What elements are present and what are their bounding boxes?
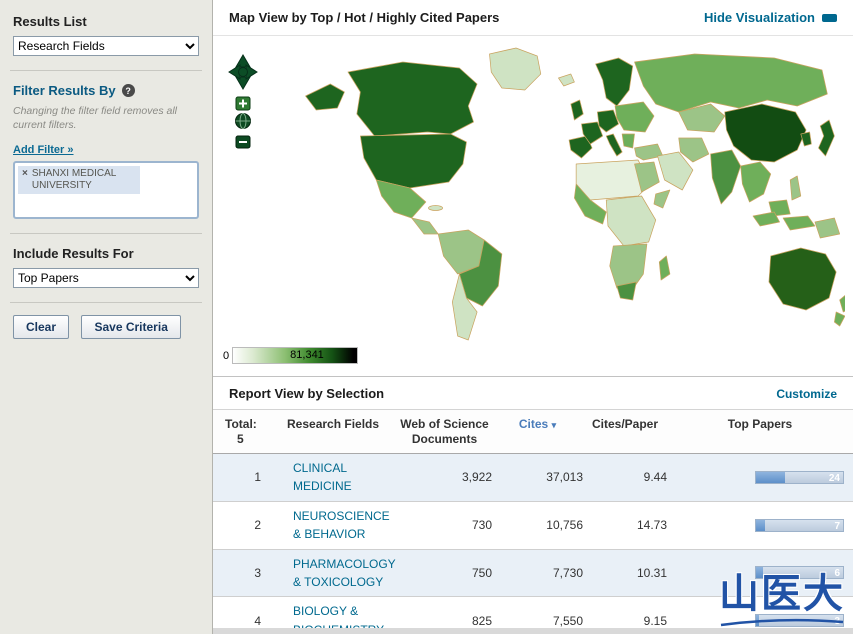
cites-cell: 37,013 bbox=[546, 470, 583, 485]
filter-list-box: × SHANXI MEDICAL UNIVERSITY bbox=[13, 161, 199, 220]
filter-item-label: SHANXI MEDICAL UNIVERSITY bbox=[31, 168, 116, 192]
research-fields-header: Research Fields bbox=[287, 417, 380, 431]
bottom-strip bbox=[213, 628, 853, 634]
wos-documents-header: Web of Science Documents bbox=[400, 417, 489, 446]
cites-per-paper-cell: 9.44 bbox=[643, 470, 667, 485]
table-row: 3 PHARMACOLOGY & TOXICOLOGY 750 7,730 10.31 6 bbox=[213, 549, 853, 598]
cites-cell: 7,550 bbox=[552, 613, 583, 628]
table-header-row: Total: 5 Research Fields Web of Science … bbox=[213, 409, 853, 454]
cites-per-paper-cell: 9.15 bbox=[643, 613, 667, 628]
docs-cell: 750 bbox=[471, 565, 492, 580]
africa[interactable] bbox=[574, 159, 671, 301]
pan-control bbox=[228, 54, 258, 90]
save-criteria-button[interactable]: Save Criteria bbox=[81, 315, 181, 340]
main-content: Map View by Top / Hot / Highly Cited Pap… bbox=[213, 0, 853, 634]
research-field-link[interactable]: CLINICAL MEDICINE bbox=[293, 461, 352, 493]
docs-cell: 825 bbox=[471, 613, 492, 628]
top-papers-cell: 6 bbox=[667, 566, 853, 580]
filter-results-by-label: Filter Results By bbox=[13, 83, 116, 98]
top-papers-bar: 7 bbox=[755, 518, 844, 532]
total-header: Total: 5 bbox=[225, 417, 257, 446]
map-view-title: Map View by Top / Hot / Highly Cited Pap… bbox=[229, 10, 500, 25]
south-america[interactable] bbox=[437, 229, 503, 341]
pan-down-icon bbox=[235, 76, 251, 90]
top-papers-cell: 7 bbox=[667, 518, 853, 532]
top-papers-header: Top Papers bbox=[727, 417, 793, 431]
top-papers-value: 3 bbox=[834, 616, 840, 628]
table-body: 1 CLINICAL MEDICINE 3,922 37,013 9.44 24 2 NEUR… bbox=[213, 454, 853, 634]
field-cell: PHARMACOLOGY & TOXICOLOGY bbox=[275, 555, 397, 592]
world-choropleth-map[interactable] bbox=[279, 44, 845, 344]
top-papers-value: 7 bbox=[834, 520, 840, 532]
top-papers-bar: 6 bbox=[755, 566, 844, 580]
filter-note: Changing the filter field removes all cu… bbox=[13, 105, 178, 132]
clear-button[interactable]: Clear bbox=[13, 315, 70, 340]
report-view-header: Report View by Selection Customize bbox=[213, 376, 853, 409]
customize-link[interactable]: Customize bbox=[776, 387, 837, 401]
remove-filter-icon[interactable]: × bbox=[22, 168, 28, 192]
asia[interactable] bbox=[634, 53, 841, 239]
sidebar-divider bbox=[10, 70, 202, 71]
cites-cell: 10,756 bbox=[546, 518, 583, 533]
map-legend: 0 81,341 bbox=[223, 347, 359, 364]
pan-up-icon bbox=[235, 54, 251, 68]
research-field-link[interactable]: PHARMACOLOGY & TOXICOLOGY bbox=[293, 557, 395, 589]
docs-cell: 730 bbox=[471, 518, 492, 533]
map-view-header: Map View by Top / Hot / Highly Cited Pap… bbox=[213, 0, 853, 36]
top-papers-bar: 24 bbox=[755, 470, 844, 484]
rank-cell: 2 bbox=[254, 518, 261, 533]
sort-descending-icon: ▾ bbox=[551, 420, 557, 430]
rank-cell: 3 bbox=[254, 565, 261, 580]
legend-gradient-bar: 81,341 bbox=[232, 347, 359, 364]
collapse-icon bbox=[822, 13, 837, 22]
map-pan-zoom-controls[interactable] bbox=[227, 54, 259, 154]
filter-item[interactable]: × SHANXI MEDICAL UNIVERSITY bbox=[18, 166, 140, 195]
oceania[interactable] bbox=[768, 247, 845, 327]
zoom-in-button bbox=[235, 96, 251, 111]
docs-cell: 3,922 bbox=[461, 470, 492, 485]
help-icon[interactable]: ? bbox=[121, 84, 135, 97]
top-papers-value: 6 bbox=[834, 568, 840, 580]
legend-min-label: 0 bbox=[223, 349, 230, 362]
cites-cell: 7,730 bbox=[552, 565, 583, 580]
top-papers-cell: 3 bbox=[667, 614, 853, 628]
research-field-link[interactable]: NEUROSCIENCE & BEHAVIOR bbox=[293, 509, 390, 541]
sidebar-divider bbox=[10, 302, 202, 304]
legend-max-label: 81,341 bbox=[290, 349, 324, 361]
north-america[interactable] bbox=[305, 47, 542, 235]
field-cell: NEUROSCIENCE & BEHAVIOR bbox=[275, 507, 397, 544]
table-row: 1 CLINICAL MEDICINE 3,922 37,013 9.44 24 bbox=[213, 454, 853, 502]
rank-cell: 1 bbox=[254, 470, 261, 485]
globe-button bbox=[235, 113, 251, 129]
top-papers-value: 24 bbox=[828, 472, 840, 484]
results-list-select[interactable]: Research Fields bbox=[13, 36, 199, 56]
field-cell: CLINICAL MEDICINE bbox=[275, 459, 397, 496]
table-row: 2 NEUROSCIENCE & BEHAVIOR 730 10,756 14.73 7 bbox=[213, 501, 853, 550]
hide-visualization-link[interactable]: Hide Visualization bbox=[704, 10, 837, 25]
cites-header[interactable]: Cites ▾ bbox=[492, 417, 583, 432]
add-filter-link[interactable]: Add Filter » bbox=[13, 144, 74, 156]
map-area: 0 81,341 bbox=[213, 36, 853, 376]
results-list-label: Results List bbox=[13, 14, 87, 29]
report-view-title: Report View by Selection bbox=[229, 386, 385, 401]
top-papers-bar: 3 bbox=[755, 614, 844, 628]
cites-per-paper-header: Cites/Paper bbox=[591, 417, 659, 431]
app-window: Results List Research Fields Filter Resu… bbox=[0, 0, 853, 634]
rank-cell: 4 bbox=[254, 613, 261, 628]
cites-per-paper-cell: 10.31 bbox=[636, 565, 667, 580]
sidebar-divider bbox=[10, 233, 202, 235]
top-papers-cell: 24 bbox=[667, 470, 853, 484]
include-results-label: Include Results For bbox=[13, 246, 134, 262]
zoom-out-button bbox=[235, 135, 251, 149]
include-results-select[interactable]: Top Papers bbox=[13, 268, 199, 289]
cites-per-paper-cell: 14.73 bbox=[636, 518, 667, 533]
sidebar: Results List Research Fields Filter Resu… bbox=[0, 0, 213, 634]
